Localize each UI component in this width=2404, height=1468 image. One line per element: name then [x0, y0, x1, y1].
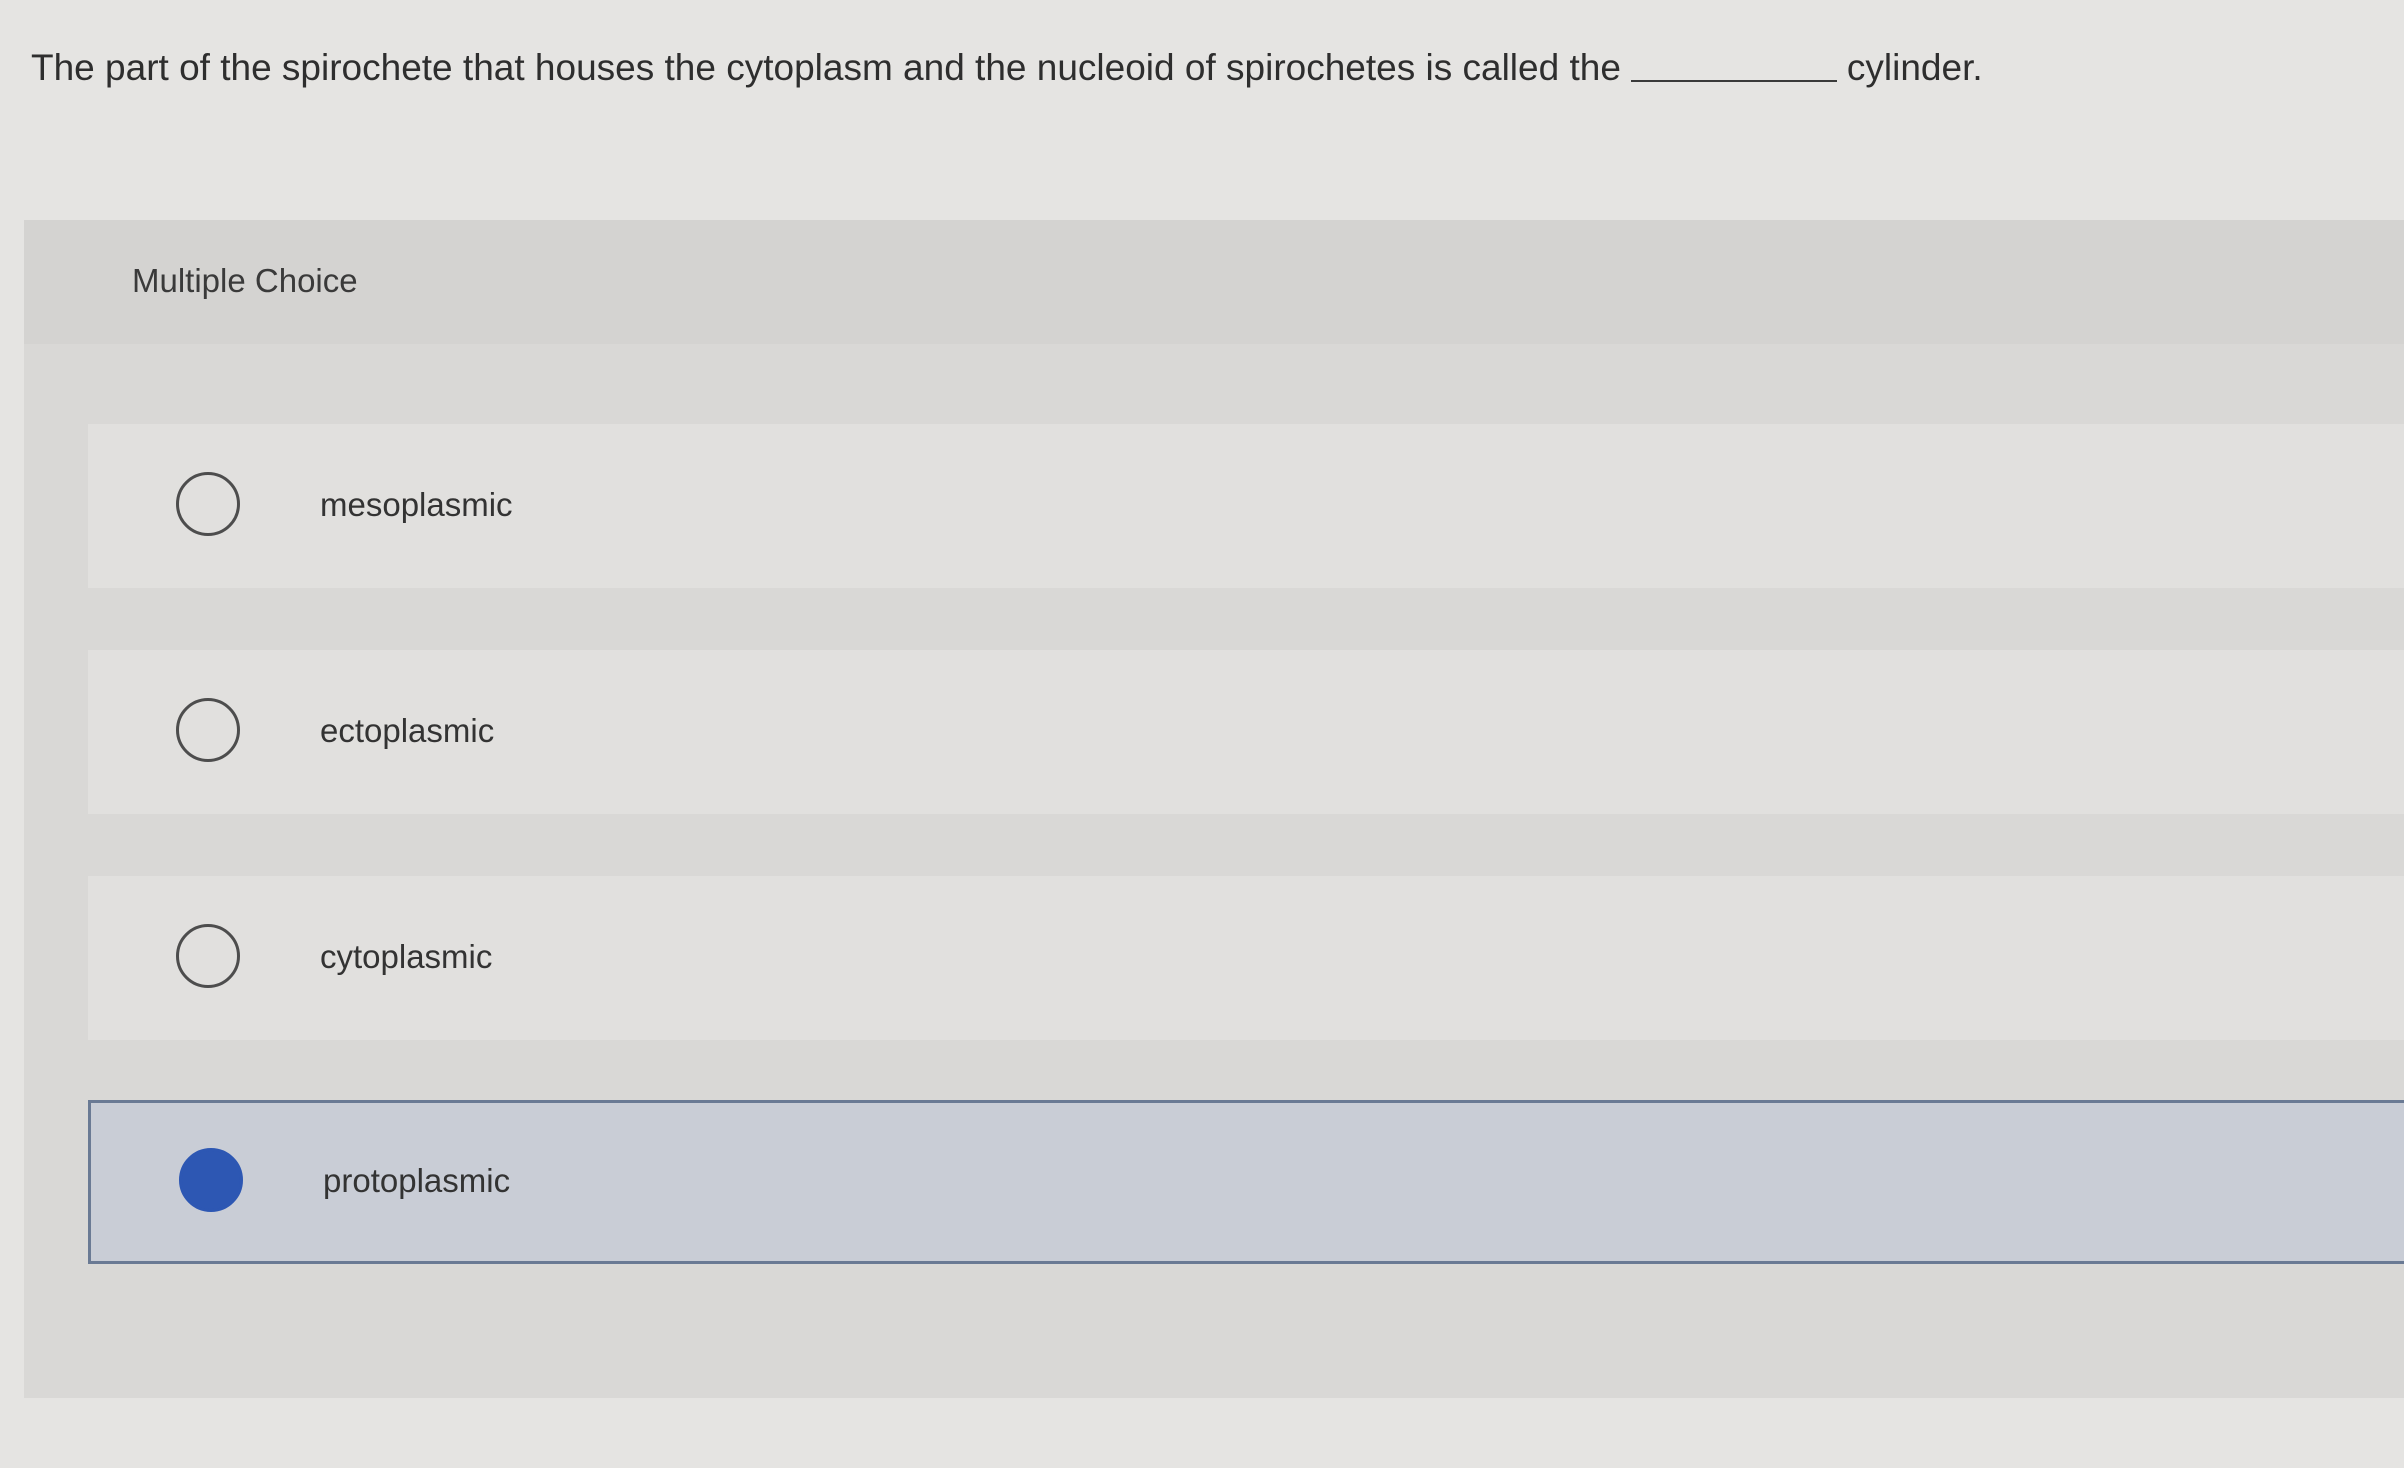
- choice-label: cytoplasmic: [320, 938, 493, 975]
- question-text-after: cylinder.: [1846, 47, 1983, 88]
- choice-option-protoplasmic[interactable]: protoplasmic: [88, 1100, 2404, 1264]
- choice-option-cytoplasmic[interactable]: cytoplasmic: [88, 876, 2404, 1040]
- radio-button-icon[interactable]: [176, 698, 240, 762]
- radio-button-selected-icon[interactable]: [179, 1148, 243, 1212]
- question-text-before: The part of the spirochete that houses t…: [31, 47, 1621, 88]
- radio-button-icon[interactable]: [176, 472, 240, 536]
- question-text: The part of the spirochete that houses t…: [31, 42, 1983, 94]
- choice-label: ectoplasmic: [320, 712, 495, 749]
- choice-label: protoplasmic: [323, 1162, 511, 1199]
- choice-option-ectoplasmic[interactable]: ectoplasmic: [88, 650, 2404, 814]
- choice-option-mesoplasmic[interactable]: mesoplasmic: [88, 424, 2404, 588]
- choice-label: mesoplasmic: [320, 486, 513, 523]
- radio-button-icon[interactable]: [176, 924, 240, 988]
- multiple-choice-header: Multiple Choice: [24, 220, 2404, 344]
- multiple-choice-label: Multiple Choice: [132, 262, 358, 299]
- answer-blank: [1630, 79, 1837, 82]
- multiple-choice-panel: Multiple Choice mesoplasmic ectoplasmic …: [24, 220, 2404, 1398]
